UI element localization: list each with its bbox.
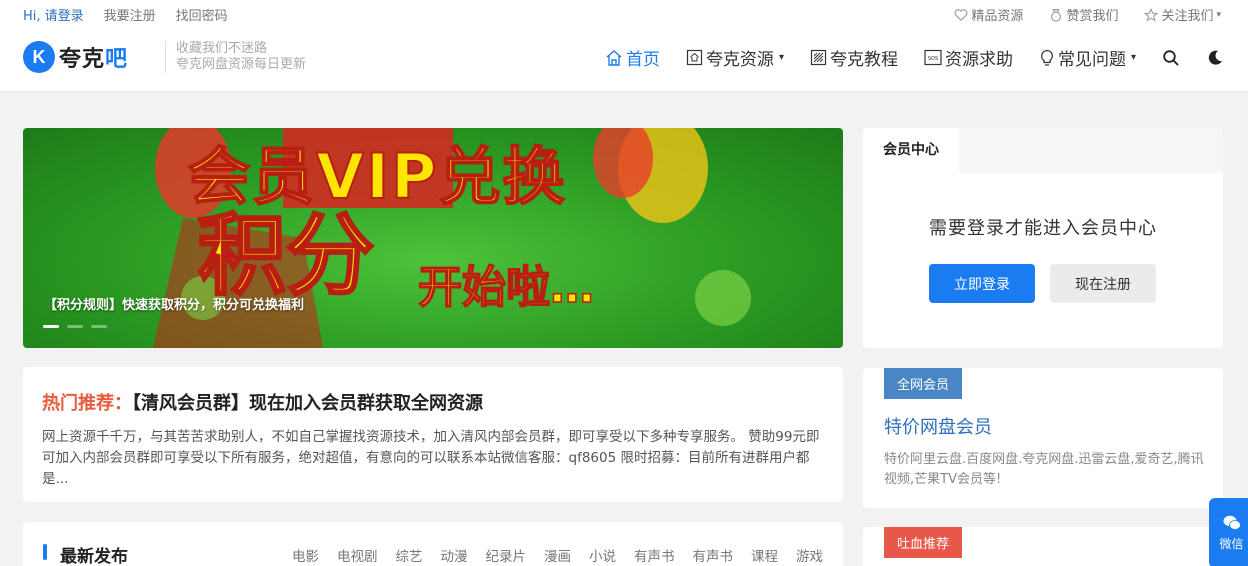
promo-desc: 特价阿里云盘.百度网盘.夸克网盘.迅雷云盘,爱奇艺,腾讯视频,芒果TV会员等! [884, 452, 1204, 487]
nav-item-resources[interactable]: 夸克资源 ▾ [686, 45, 784, 70]
tab-member-center[interactable]: 会员中心 [863, 128, 959, 173]
caret-down-icon: ▾ [1216, 9, 1221, 20]
category-link[interactable]: 综艺 [396, 545, 423, 565]
category-link[interactable]: 电视剧 [337, 545, 378, 565]
logo-name: 夸克 [59, 47, 106, 72]
wechat-icon [1223, 515, 1241, 530]
heart-icon [955, 8, 968, 21]
register-link[interactable]: 我要注册 [104, 5, 156, 24]
site-slogan: 收藏我们不迷路 夸克网盘资源每日更新 [165, 41, 306, 73]
hot-title-text: 【清风会员群】现在加入会员群获取全网资源 [132, 393, 483, 414]
follow-label: 关注我们 [1161, 9, 1214, 24]
category-link[interactable]: 有声书 [634, 545, 675, 565]
banner-text-sub: 开始啦… [417, 262, 595, 314]
money-bag-icon [1051, 8, 1062, 22]
logo-suffix: 吧 [105, 47, 129, 72]
promo-label: 全网会员 [884, 368, 962, 399]
resource-icon [686, 49, 703, 66]
category-link[interactable]: 课程 [751, 545, 778, 565]
member-tabs: 会员中心 [863, 128, 1223, 173]
nav-item-help[interactable]: SOS 资源求助 [924, 45, 1013, 70]
slogan-line-1: 收藏我们不迷路 [176, 41, 268, 56]
slider-dot[interactable] [67, 325, 83, 328]
nav-label: 常见问题 [1057, 50, 1126, 70]
category-link[interactable]: 动漫 [441, 545, 468, 565]
slogan-line-2: 夸克网盘资源每日更新 [176, 57, 307, 72]
login-button[interactable]: 立即登录 [929, 264, 1035, 303]
logo-text: 夸克吧 [59, 41, 128, 73]
banner-caption[interactable]: 【积分规则】快速获取积分，积分可兑换福利 [44, 294, 304, 313]
banner-text-main: 会员VIP兑换 [187, 140, 567, 213]
hot-tag: 热门推荐： [42, 393, 132, 414]
star-icon [1144, 7, 1159, 22]
search-icon [1163, 49, 1179, 66]
hot-recommend-card[interactable]: 热门推荐：【清风会员群】现在加入会员群获取全网资源 网上资源千千万，与其苦苦求助… [23, 367, 843, 502]
nav-label: 夸克资源 [705, 50, 774, 70]
promo-title[interactable]: 特价网盘会员 [884, 413, 992, 439]
wechat-float-button[interactable]: 微信 [1209, 498, 1248, 566]
nav-label: 首页 [625, 50, 660, 70]
category-link[interactable]: 有声书 [693, 545, 734, 565]
slider-dot[interactable] [91, 325, 107, 328]
logo-badge: K [23, 41, 55, 73]
slider-dot[interactable] [43, 325, 59, 328]
site-header: K 夸克吧 收藏我们不迷路 夸克网盘资源每日更新 首页 夸克资源 ▾ 夸克教程 … [0, 28, 1248, 92]
clover-shape [695, 270, 751, 326]
hot-recommend-title[interactable]: 热门推荐：【清风会员群】现在加入会员群获取全网资源 [42, 389, 824, 415]
caret-down-icon: ▾ [1130, 52, 1136, 63]
follow-dropdown[interactable]: 关注我们 ▾ [1144, 5, 1221, 24]
premium-label: 精品资源 [971, 9, 1024, 24]
category-filter: 电影 电视剧 综艺 动漫 纪录片 漫画 小说 有声书 有声书 课程 游戏 [292, 545, 823, 565]
theme-toggle-button[interactable] [1206, 49, 1224, 67]
donate-label: 赞赏我们 [1066, 9, 1119, 24]
top-bar-right: 精品资源 赞赏我们 关注我们 ▾ [954, 5, 1221, 24]
banner-text-big: 积分 [196, 204, 375, 307]
donate-link[interactable]: 赞赏我们 [1049, 5, 1118, 24]
section-accent-bar [43, 544, 47, 560]
recover-password-link[interactable]: 找回密码 [176, 5, 228, 24]
category-link[interactable]: 漫画 [544, 545, 571, 565]
nav-item-home[interactable]: 首页 [605, 45, 660, 70]
member-center-card: 会员中心 需要登录才能进入会员中心 立即登录 现在注册 [863, 128, 1223, 348]
bulb-icon [1040, 49, 1053, 66]
latest-heading: 最新发布 [60, 547, 128, 566]
banner-slider[interactable]: 会员VIP兑换 积分 开始啦… 【积分规则】快速获取积分，积分可兑换福利 [23, 128, 843, 348]
nav-label: 夸克教程 [829, 50, 898, 70]
member-actions: 立即登录 现在注册 [929, 264, 1156, 303]
premium-link[interactable]: 精品资源 [954, 5, 1023, 24]
nav-item-faq[interactable]: 常见问题 ▾ [1039, 45, 1136, 70]
register-button[interactable]: 现在注册 [1050, 264, 1156, 303]
moon-icon [1208, 50, 1222, 65]
search-button[interactable] [1162, 49, 1180, 67]
site-logo[interactable]: K 夸克吧 [23, 41, 128, 73]
caret-down-icon: ▾ [778, 52, 784, 63]
hot-recommend-desc: 网上资源千千万，与其苦苦求助别人，不如自己掌握找资源技术，加入清风内部会员群，即… [42, 429, 820, 487]
slider-dots [43, 325, 107, 328]
category-link[interactable]: 电影 [292, 545, 319, 565]
top-bar: Hi, 请登录 我要注册 找回密码 精品资源 赞赏我们 关注我们 ▾ [0, 0, 1248, 28]
latest-section: 最新发布 电影 电视剧 综艺 动漫 纪录片 漫画 小说 有声书 有声书 课程 游… [23, 522, 843, 566]
main-nav: 首页 夸克资源 ▾ 夸克教程 SOS 资源求助 常见问题 ▾ [579, 45, 1224, 70]
login-link[interactable]: Hi, 请登录 [23, 5, 84, 24]
hot-pick-card: 吐血推荐 [863, 527, 1223, 566]
top-bar-left: Hi, 请登录 我要注册 找回密码 [23, 5, 228, 24]
category-link[interactable]: 纪录片 [486, 545, 527, 565]
category-link[interactable]: 游戏 [796, 545, 823, 565]
login-required-text: 需要登录才能进入会员中心 [929, 218, 1157, 239]
home-icon [606, 49, 622, 66]
category-link[interactable]: 小说 [589, 545, 616, 565]
nav-label: 资源求助 [944, 50, 1013, 70]
svg-text:SOS: SOS [928, 56, 938, 62]
nav-item-tutorials[interactable]: 夸克教程 [810, 45, 898, 70]
promo-card[interactable]: 全网会员 特价网盘会员 特价阿里云盘.百度网盘.夸克网盘.迅雷云盘,爱奇艺,腾讯… [863, 368, 1223, 508]
hot-pick-label: 吐血推荐 [884, 527, 962, 558]
tutorial-icon [810, 49, 827, 66]
sos-icon: SOS [924, 49, 942, 66]
wechat-label: 微信 [1219, 536, 1244, 551]
